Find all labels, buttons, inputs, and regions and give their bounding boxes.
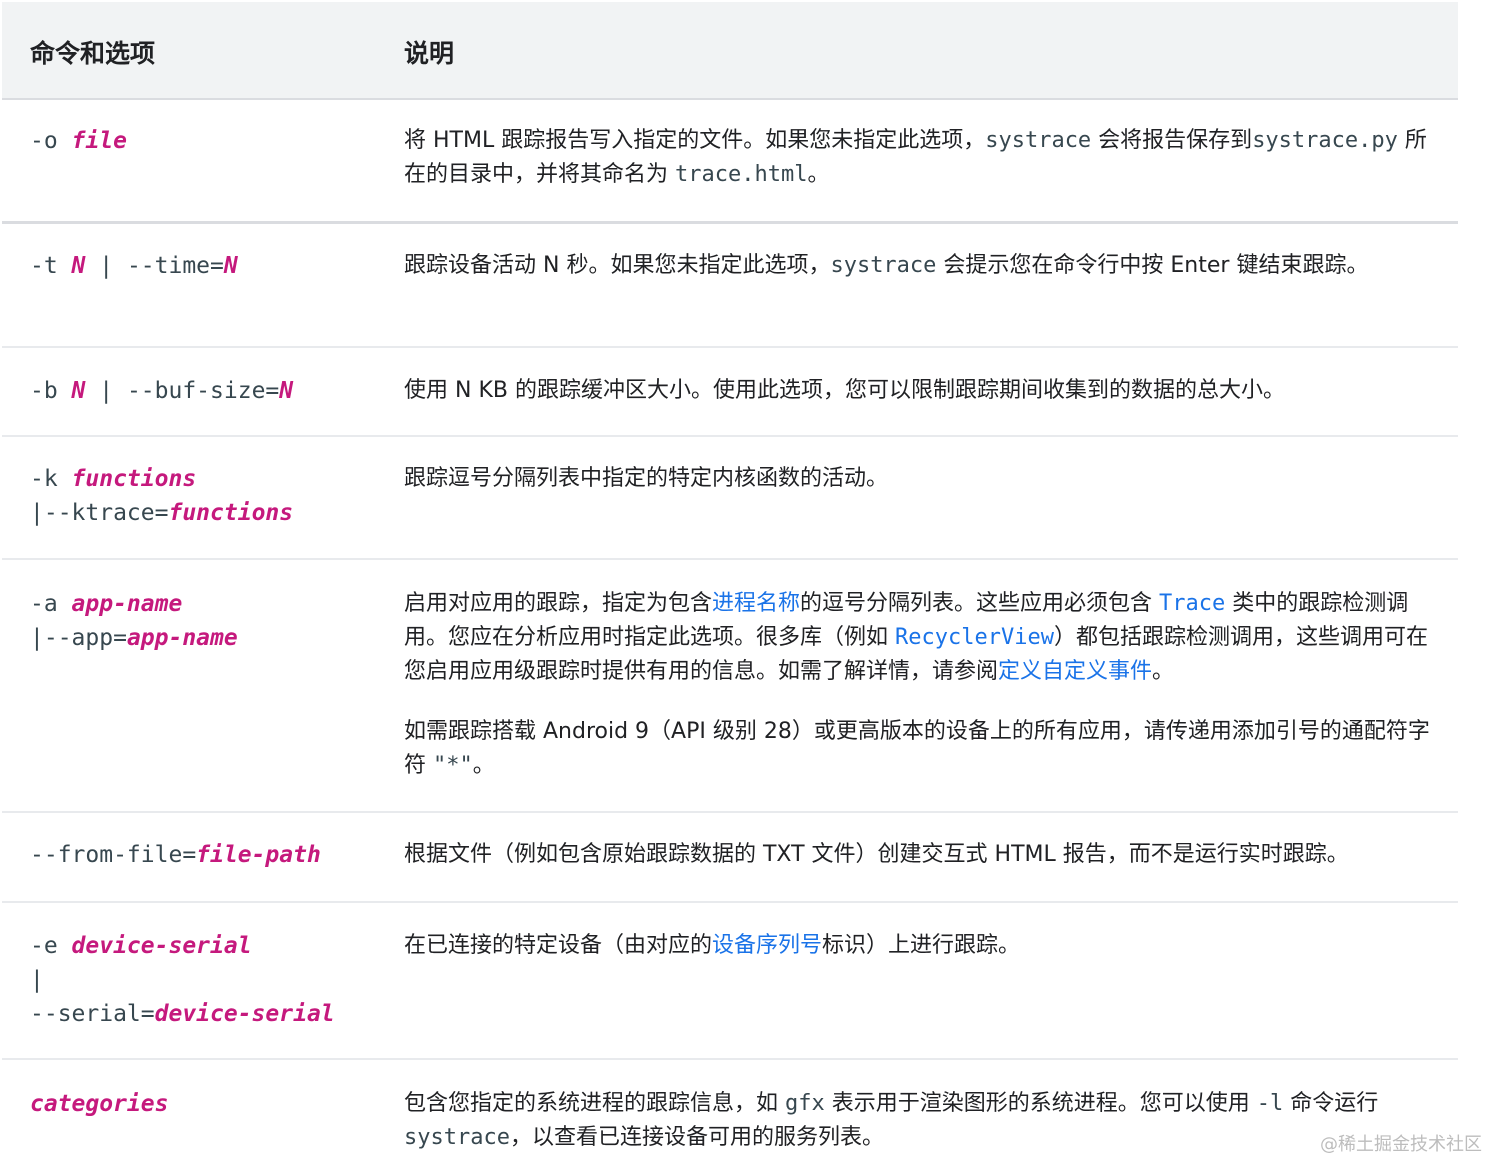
description-cell: 启用对应用的跟踪，指定为包含进程名称的逗号分隔列表。这些应用必须包含 Trace…	[404, 591, 1430, 778]
description-cell: 使用 N KB 的跟踪缓冲区大小。使用此选项，您可以限制跟踪期间收集到的数据的总…	[404, 378, 1285, 403]
header-description: 说明	[404, 39, 455, 68]
table-row: -a app-name |--app=app-name 启用对应用的跟踪，指定为包…	[2, 560, 1458, 813]
header-commands-options: 命令和选项	[30, 39, 156, 68]
option-cell: -a app-name |--app=app-name	[30, 591, 238, 651]
description-cell: 包含您指定的系统进程的跟踪信息，如 gfx 表示用于渲染图形的系统进程。您可以使…	[404, 1091, 1379, 1150]
table-header: 命令和选项 说明	[2, 2, 1458, 100]
recyclerview-link[interactable]: RecyclerView	[895, 625, 1054, 650]
table-row: -k functions |--ktrace=functions 跟踪逗号分隔列表…	[2, 437, 1458, 560]
device-serial-link[interactable]: 设备序列号	[712, 933, 822, 958]
custom-events-link[interactable]: 定义自定义事件	[998, 659, 1152, 684]
process-name-link[interactable]: 进程名称	[712, 591, 800, 616]
option-cell: -k functions |--ktrace=functions	[30, 466, 294, 526]
option-cell: -b N | --buf-size=N	[30, 378, 294, 404]
table-row: --from-file=file-path 根据文件（例如包含原始跟踪数据的 T…	[2, 813, 1458, 903]
table-row: -o file 将 HTML 跟踪报告写入指定的文件。如果您未指定此选项，sys…	[2, 100, 1458, 224]
description-cell: 在已连接的特定设备（由对应的设备序列号标识）上进行跟踪。	[404, 933, 1021, 958]
trace-class-link[interactable]: Trace	[1159, 591, 1225, 616]
options-table: 命令和选项 说明 -o file 将 HTML 跟踪报告写入指定的文件。如果您未…	[2, 2, 1458, 1170]
option-cell: -e device-serial | --serial=device-serial	[30, 933, 335, 1027]
description-cell: 跟踪逗号分隔列表中指定的特定内核函数的活动。	[404, 466, 889, 491]
watermark: @稀土掘金技术社区	[1320, 1134, 1482, 1155]
description-cell: 将 HTML 跟踪报告写入指定的文件。如果您未指定此选项，systrace 会将…	[404, 128, 1427, 187]
description-cell: 跟踪设备活动 N 秒。如果您未指定此选项，systrace 会提示您在命令行中按…	[404, 253, 1369, 278]
option-cell: --from-file=file-path	[30, 842, 321, 868]
option-cell: -o file	[30, 128, 127, 154]
table-row: -b N | --buf-size=N 使用 N KB 的跟踪缓冲区大小。使用此…	[2, 348, 1458, 437]
description-cell: 根据文件（例如包含原始跟踪数据的 TXT 文件）创建交互式 HTML 报告，而不…	[404, 842, 1349, 867]
option-cell: -t N | --time=N	[30, 253, 238, 279]
option-cell: categories	[30, 1091, 169, 1117]
table-row: -e device-serial | --serial=device-serial …	[2, 903, 1458, 1060]
table-row: categories 包含您指定的系统进程的跟踪信息，如 gfx 表示用于渲染图…	[2, 1060, 1458, 1170]
table-row: -t N | --time=N 跟踪设备活动 N 秒。如果您未指定此选项，sys…	[2, 224, 1458, 348]
